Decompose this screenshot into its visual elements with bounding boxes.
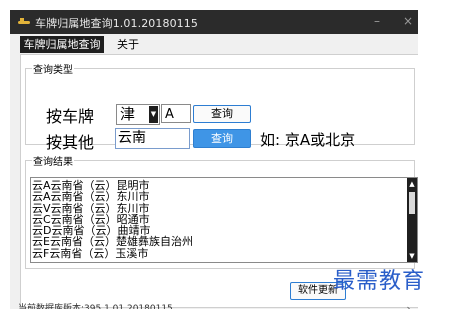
results-group: 查询结果 云A云南省（云）昆明市 云A云南省（云）东川市 云V云南省（云）东川市… bbox=[25, 153, 418, 269]
tab-about[interactable]: 关于 bbox=[108, 36, 148, 53]
minimize-button[interactable]: – bbox=[374, 14, 380, 28]
title-bar[interactable]: 车牌归属地查询1.01.20180115 – × bbox=[10, 10, 418, 34]
chevron-up-icon[interactable]: ▲ bbox=[407, 180, 417, 188]
by-other-label: 按其他 bbox=[46, 133, 95, 152]
region-input[interactable]: 云南 bbox=[115, 128, 190, 149]
resize-grip-icon[interactable]: ↘ bbox=[406, 305, 414, 309]
window-title: 车牌归属地查询1.01.20180115 bbox=[35, 17, 198, 30]
by-plate-label: 按车牌 bbox=[46, 107, 95, 126]
example-hint: 如: 京A或北京 bbox=[260, 131, 356, 149]
query-plate-button[interactable]: 查询 bbox=[193, 105, 251, 123]
tab-plate-query[interactable]: 车牌归属地查询 bbox=[20, 36, 104, 53]
scrollbar-thumb[interactable] bbox=[409, 192, 415, 214]
car-icon bbox=[18, 18, 30, 24]
results-list[interactable]: 云A云南省（云）昆明市 云A云南省（云）东川市 云V云南省（云）东川市 云C云南… bbox=[30, 177, 418, 263]
list-item[interactable]: 云F云南省（云）玉溪市 bbox=[32, 247, 193, 259]
plate-letter-input[interactable]: A bbox=[161, 104, 191, 123]
chevron-down-icon[interactable]: ▼ bbox=[149, 106, 158, 123]
watermark: 最需教育 bbox=[333, 269, 426, 294]
province-value: 津 bbox=[120, 105, 136, 123]
status-text: 当前数据库版本:395 1.01.20180115 bbox=[18, 304, 173, 309]
chevron-down-icon[interactable]: ▼ bbox=[407, 252, 417, 260]
query-type-legend: 查询类型 bbox=[33, 65, 73, 76]
results-items: 云A云南省（云）昆明市 云A云南省（云）东川市 云V云南省（云）东川市 云C云南… bbox=[32, 180, 193, 259]
province-select[interactable]: 津 ▼ bbox=[116, 104, 160, 125]
results-scrollbar[interactable]: ▲ ▼ bbox=[407, 178, 417, 262]
query-region-button[interactable]: 查询 bbox=[193, 129, 251, 148]
query-type-group: 查询类型 按车牌 津 ▼ A 查询 按其他 云南 查询 如: 京A或北京 bbox=[25, 61, 415, 152]
status-bar: 当前数据库版本:395 1.01.20180115 bbox=[10, 299, 418, 309]
close-button[interactable]: × bbox=[403, 14, 413, 28]
list-item[interactable]: 云A云南省（云）东川市 bbox=[32, 191, 193, 203]
results-legend: 查询结果 bbox=[33, 157, 73, 168]
